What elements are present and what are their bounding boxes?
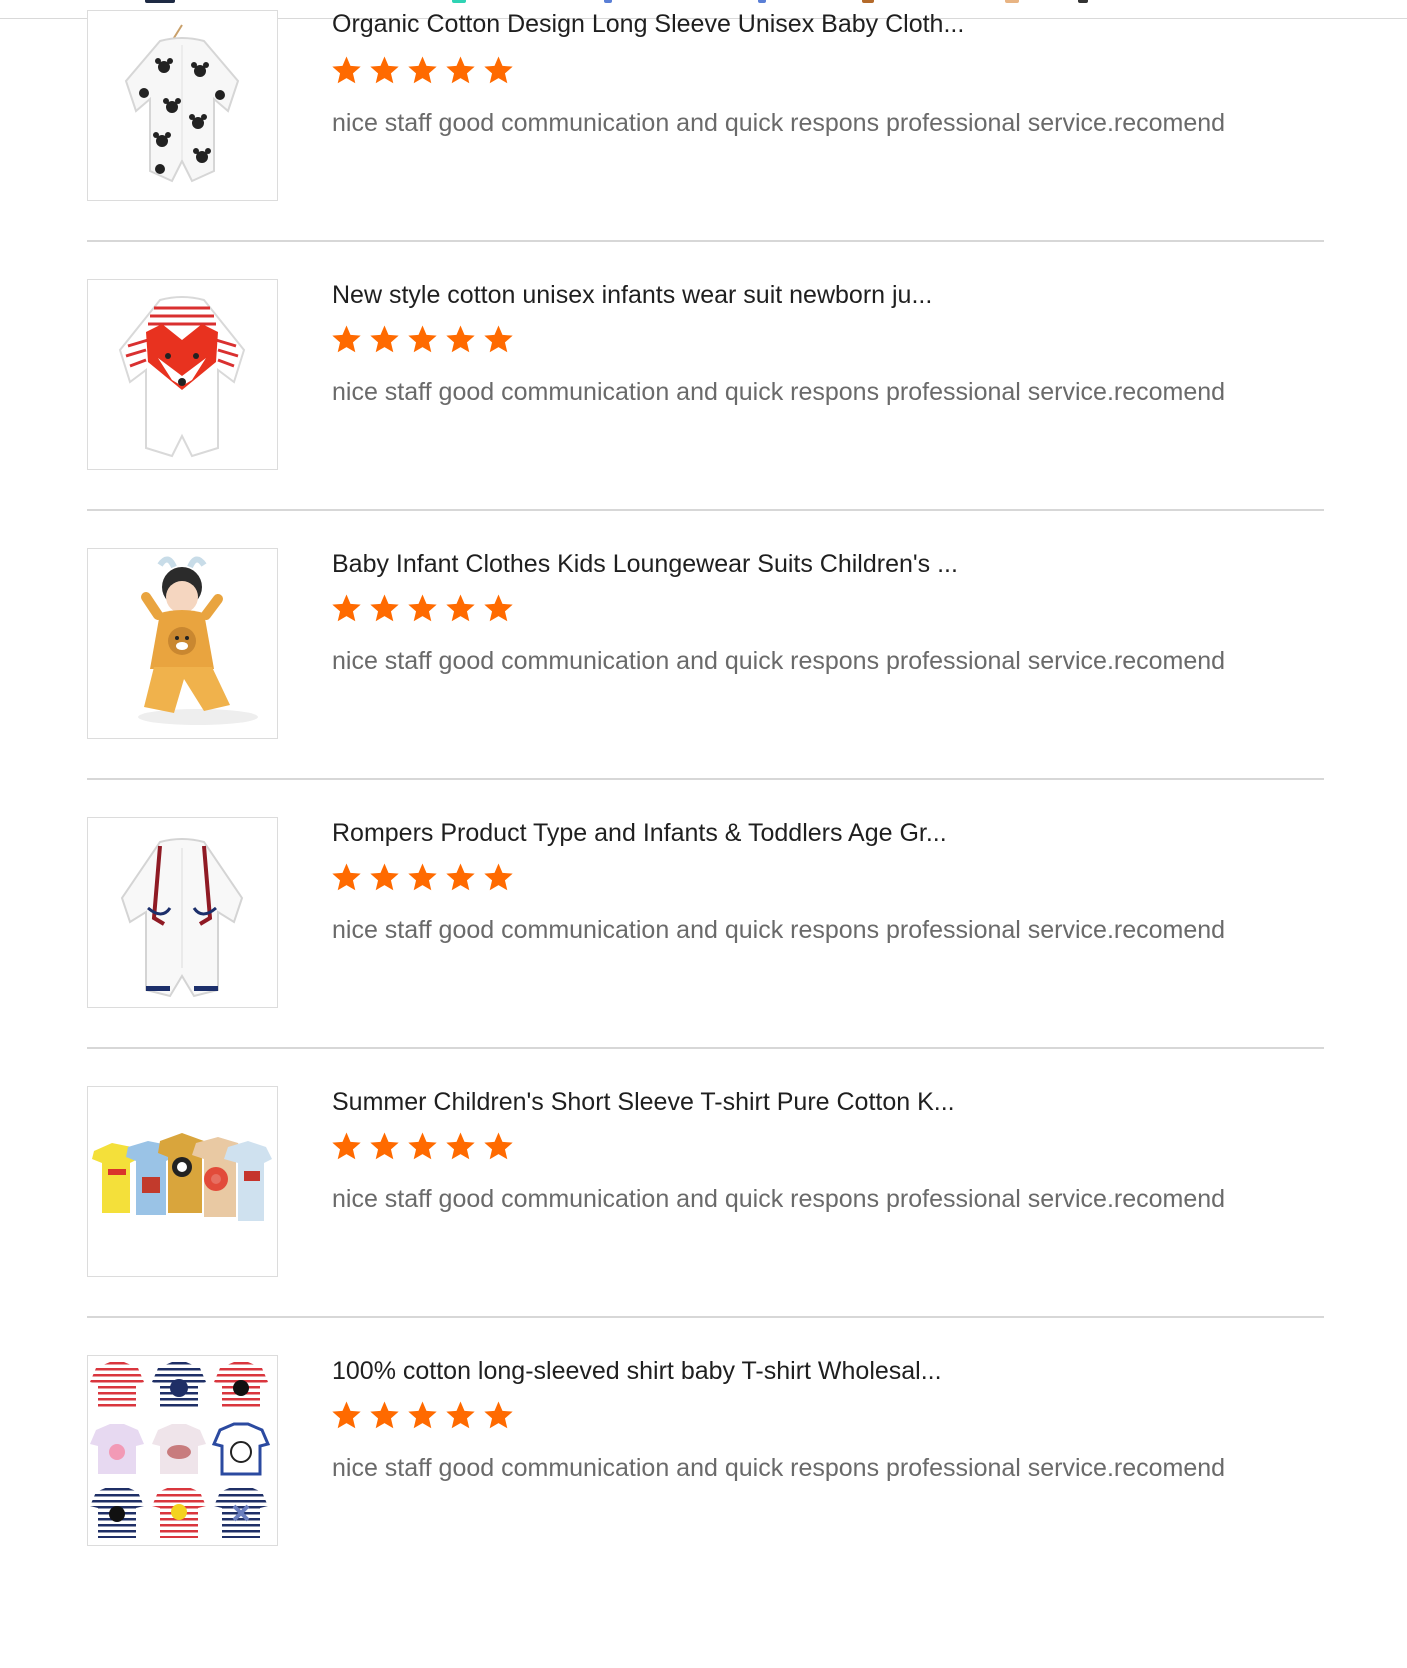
review-comment: nice staff good communication and quick …	[332, 1185, 1226, 1213]
suspender-romper-image	[120, 838, 244, 998]
product-thumbnail[interactable]	[87, 279, 278, 470]
star-icon	[370, 1401, 399, 1429]
star-icon	[370, 325, 399, 353]
fox-romper-image	[118, 296, 246, 458]
mickey-romper-image	[124, 24, 240, 183]
product-title[interactable]: Baby Infant Clothes Kids Loungewear Suit…	[332, 548, 1332, 580]
star-icon	[484, 1132, 513, 1160]
product-title[interactable]: 100% cotton long-sleeved shirt baby T-sh…	[332, 1355, 1332, 1387]
divider	[87, 1047, 1324, 1049]
product-title[interactable]: Organic Cotton Design Long Sleeve Unisex…	[332, 8, 1332, 40]
review-item: Rompers Product Type and Infants & Toddl…	[0, 817, 1407, 1086]
star-icon	[370, 863, 399, 891]
star-icon	[370, 1132, 399, 1160]
star-icon	[408, 594, 437, 622]
rating-stars	[330, 1399, 515, 1435]
product-title[interactable]: Rompers Product Type and Infants & Toddl…	[332, 817, 1332, 849]
divider	[87, 1316, 1324, 1318]
nav-icon-fragment	[1078, 0, 1088, 3]
rating-stars	[330, 323, 515, 359]
review-comment: nice staff good communication and quick …	[332, 378, 1226, 406]
product-title[interactable]: New style cotton unisex infants wear sui…	[332, 279, 1332, 311]
divider	[87, 240, 1324, 242]
star-icon	[484, 863, 513, 891]
product-thumbnail[interactable]	[87, 1086, 278, 1277]
star-icon	[484, 56, 513, 84]
star-icon	[408, 863, 437, 891]
review-item: New style cotton unisex infants wear sui…	[0, 279, 1407, 548]
review-comment: nice staff good communication and quick …	[332, 1454, 1226, 1482]
rating-stars	[330, 861, 515, 897]
review-item: Summer Children's Short Sleeve T-shirt P…	[0, 1086, 1407, 1355]
product-thumbnail[interactable]	[87, 817, 278, 1008]
star-icon	[484, 1401, 513, 1429]
star-icon	[370, 594, 399, 622]
star-icon	[332, 1132, 361, 1160]
product-thumbnail[interactable]	[87, 10, 278, 201]
review-item: Baby Infant Clothes Kids Loungewear Suit…	[0, 548, 1407, 817]
divider	[87, 778, 1324, 780]
review-item: Organic Cotton Design Long Sleeve Unisex…	[0, 10, 1407, 279]
star-icon	[446, 325, 475, 353]
rating-stars	[330, 54, 515, 90]
divider	[87, 509, 1324, 511]
nav-icon-fragment	[604, 0, 612, 3]
review-comment: nice staff good communication and quick …	[332, 109, 1226, 137]
product-thumbnail[interactable]	[87, 548, 278, 739]
star-icon	[446, 1401, 475, 1429]
star-icon	[408, 1401, 437, 1429]
star-icon	[408, 1132, 437, 1160]
star-icon	[370, 56, 399, 84]
kids-tshirts-image	[92, 1133, 272, 1221]
review-item: 100% cotton long-sleeved shirt baby T-sh…	[0, 1355, 1407, 1624]
product-title[interactable]: Summer Children's Short Sleeve T-shirt P…	[332, 1086, 1332, 1118]
child-loungewear-image	[138, 556, 258, 725]
nav-icon-fragment	[758, 0, 766, 3]
review-comment: nice staff good communication and quick …	[332, 916, 1226, 944]
star-icon	[446, 56, 475, 84]
star-icon	[332, 56, 361, 84]
striped-tshirts-image	[90, 1362, 271, 1538]
star-icon	[484, 594, 513, 622]
rating-stars	[330, 592, 515, 628]
star-icon	[408, 325, 437, 353]
star-icon	[446, 1132, 475, 1160]
star-icon	[446, 863, 475, 891]
nav-icon-fragment	[145, 0, 175, 3]
star-icon	[332, 325, 361, 353]
nav-icon-fragment	[1005, 0, 1019, 3]
star-icon	[332, 594, 361, 622]
star-icon	[446, 594, 475, 622]
rating-stars	[330, 1130, 515, 1166]
star-icon	[332, 1401, 361, 1429]
nav-icon-fragment	[862, 0, 874, 3]
nav-icon-fragment	[452, 0, 466, 3]
star-icon	[408, 56, 437, 84]
review-comment: nice staff good communication and quick …	[332, 647, 1226, 675]
star-icon	[484, 325, 513, 353]
product-thumbnail[interactable]	[87, 1355, 278, 1546]
star-icon	[332, 863, 361, 891]
